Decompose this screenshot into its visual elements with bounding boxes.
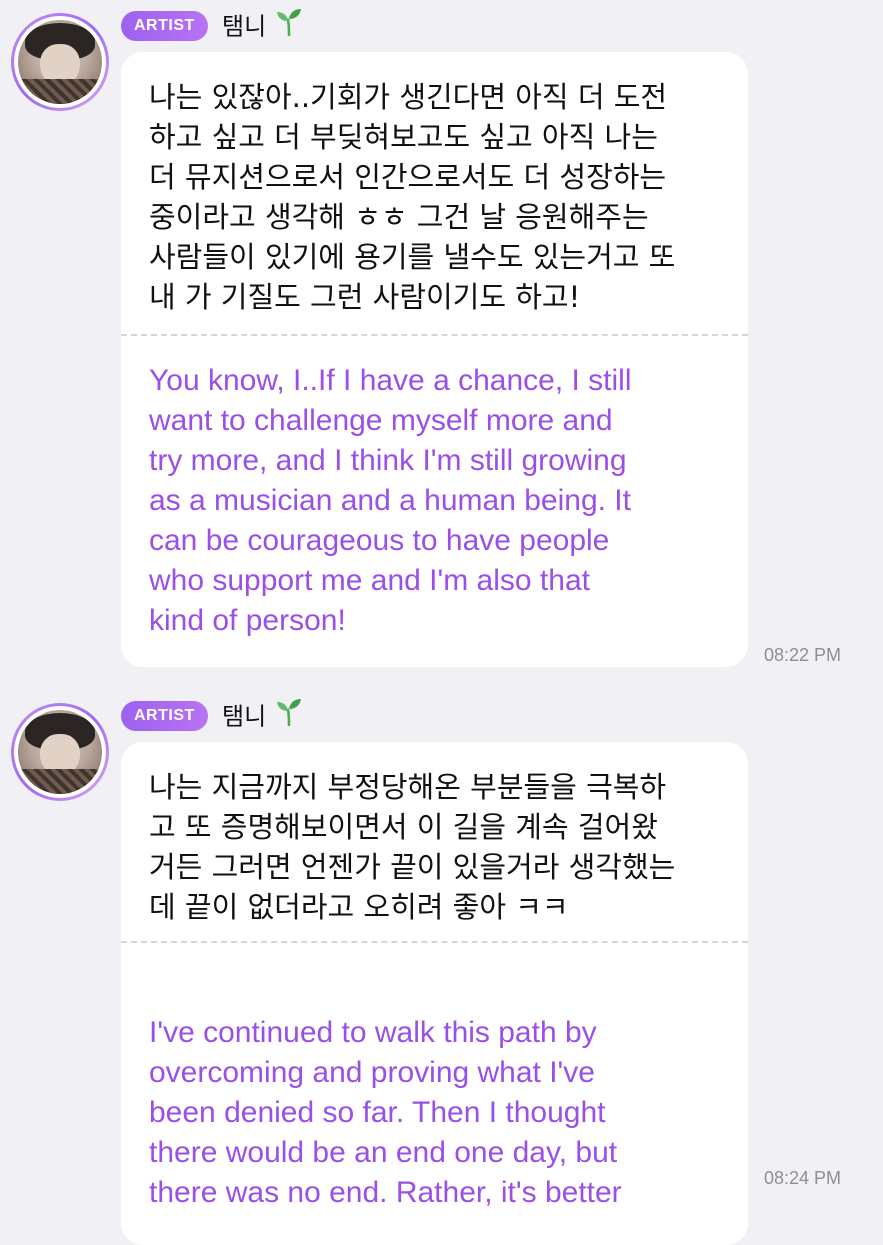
sender-name[interactable]: 탬니 (222, 8, 302, 45)
message-timestamp: 08:22 PM (764, 645, 842, 665)
sprout-icon (276, 8, 302, 45)
message-bubble[interactable]: 나는 지금까지 부정당해온 부분들을 극복하 고 또 증명해보이면서 이 길을 … (121, 742, 748, 1245)
sprout-icon (276, 698, 302, 735)
message-timestamp: 08:24 PM (764, 1168, 842, 1188)
message-text-original: 나는 있잖아..기회가 생긴다면 아직 더 도전 하고 싶고 더 부딪혀보고도 … (149, 80, 676, 314)
message-text-translation: You know, I..If I have a chance, I still… (149, 364, 632, 637)
message-bubble[interactable]: 나는 있잖아..기회가 생긴다면 아직 더 도전 하고 싶고 더 부딪혀보고도 … (121, 52, 748, 667)
sender-name-text: 탬니 (222, 12, 267, 41)
sender-name-text: 탬니 (222, 702, 267, 731)
sender-name[interactable]: 탬니 (222, 698, 302, 735)
message-text-translation: I've continued to walk this path by over… (149, 1016, 622, 1209)
translation-divider (121, 941, 748, 943)
artist-badge: ARTIST (121, 11, 208, 41)
avatar[interactable] (11, 13, 109, 111)
translation-divider (121, 334, 748, 336)
avatar-photo (18, 20, 102, 104)
artist-badge: ARTIST (121, 701, 208, 731)
message-text-original: 나는 지금까지 부정당해온 부분들을 극복하 고 또 증명해보이면서 이 길을 … (149, 770, 676, 924)
avatar[interactable] (11, 703, 109, 801)
avatar-photo (18, 710, 102, 794)
